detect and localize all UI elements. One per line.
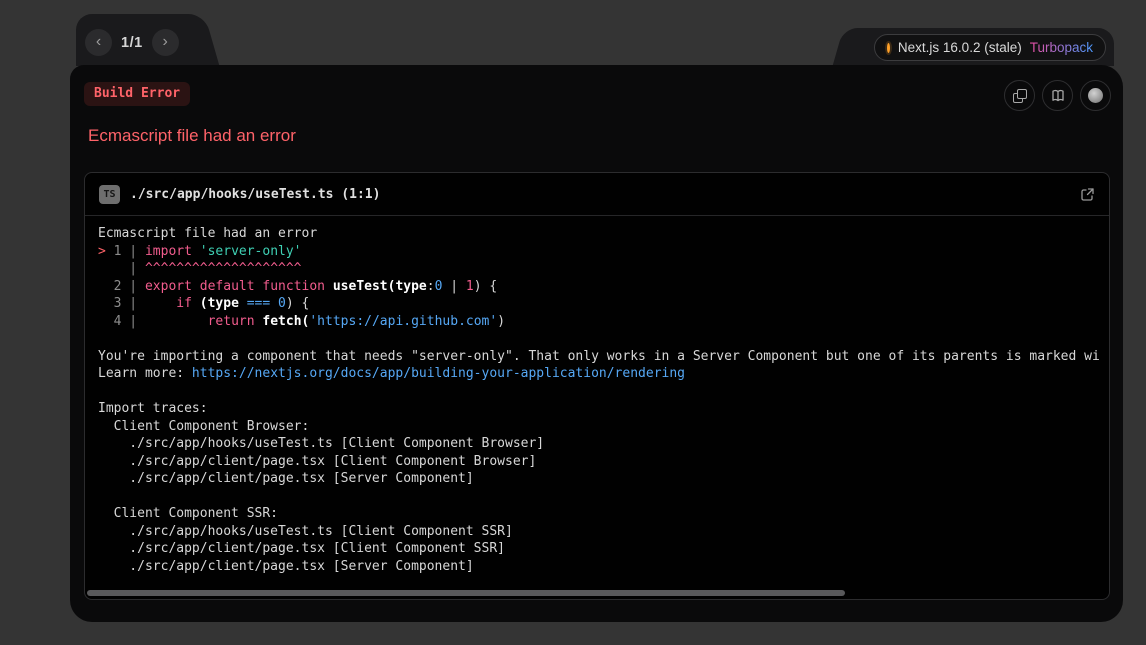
code-line: ./src/app/hooks/useTest.ts [Client Compo… <box>98 435 1109 453</box>
code-token: Client Component Browser: <box>98 419 309 434</box>
code-token: Ecmascript file had an error <box>98 226 317 241</box>
code-token: ^^^^^^^^^^^^^^^^^^^^ <box>145 261 302 276</box>
previous-error-button[interactable]: ‹ <box>85 29 112 56</box>
docs-button[interactable] <box>1042 80 1073 111</box>
code-line: > 1 | import 'server-only' <box>98 243 1109 261</box>
stale-indicator-dot-icon <box>887 43 890 53</box>
code-token <box>145 314 208 329</box>
code-token: ./src/app/client/page.tsx [Client Compon… <box>98 541 505 556</box>
code-line: ./src/app/client/page.tsx [Server Compon… <box>98 558 1109 576</box>
code-token: 1 | <box>114 244 145 259</box>
code-token <box>325 279 333 294</box>
copy-icon <box>1013 89 1027 103</box>
turbopack-label: Turbopack <box>1030 40 1093 55</box>
code-line: 2 | export default function useTest(type… <box>98 278 1109 296</box>
error-counter: 1/1 <box>121 35 143 51</box>
code-line: ./src/app/client/page.tsx [Server Compon… <box>98 470 1109 488</box>
error-overlay-panel: Build Error Ecmascript file had an error <box>70 65 1123 622</box>
code-token <box>270 296 278 311</box>
learn-more-link[interactable]: https://nextjs.org/docs/app/building-you… <box>192 366 685 381</box>
code-line: Client Component SSR: <box>98 505 1109 523</box>
code-token: useTest(type <box>333 279 427 294</box>
code-token: : <box>427 279 435 294</box>
code-frame-header: TS ./src/app/hooks/useTest.ts (1:1) <box>85 173 1109 216</box>
code-token: You're importing a component that needs … <box>98 349 1100 364</box>
code-token: === <box>247 296 270 311</box>
version-tab: Next.js 16.0.2 (stale) Turbopack <box>858 28 1114 66</box>
version-badge[interactable]: Next.js 16.0.2 (stale) Turbopack <box>874 34 1106 61</box>
code-token: ./src/app/hooks/useTest.ts [Client Compo… <box>98 436 544 451</box>
book-icon <box>1050 88 1066 104</box>
nextjs-dev-overlay: ‹ 1/1 › Next.js 16.0.2 (stale) Turbopack… <box>0 0 1146 645</box>
code-line <box>98 488 1109 506</box>
code-line: Import traces: <box>98 400 1109 418</box>
code-token <box>192 244 200 259</box>
code-token: ./src/app/client/page.tsx [Server Compon… <box>98 471 474 486</box>
code-token: import <box>145 244 192 259</box>
code-token: (type <box>200 296 239 311</box>
code-token: ./src/app/hooks/useTest.ts [Client Compo… <box>98 524 513 539</box>
code-line: Client Component Browser: <box>98 418 1109 436</box>
code-line: 3 | if (type === 0) { <box>98 295 1109 313</box>
code-token: > <box>98 244 114 259</box>
code-token: return <box>208 314 255 329</box>
external-link-icon <box>1080 187 1095 202</box>
code-token: function <box>262 279 325 294</box>
code-token: 4 | <box>98 314 145 329</box>
code-line: You're importing a component that needs … <box>98 348 1109 366</box>
code-line: ./src/app/client/page.tsx [Client Compon… <box>98 540 1109 558</box>
code-token: ) { <box>286 296 309 311</box>
code-token: ./src/app/client/page.tsx [Client Compon… <box>98 454 536 469</box>
pagination: ‹ 1/1 › <box>76 14 188 56</box>
code-token: Client Component SSR: <box>98 506 278 521</box>
overlay-actions <box>1004 80 1111 111</box>
code-line <box>98 383 1109 401</box>
theme-icon <box>1088 88 1103 103</box>
build-error-badge: Build Error <box>84 82 190 106</box>
code-token: export <box>145 279 192 294</box>
horizontal-scrollbar-thumb[interactable] <box>87 590 845 596</box>
code-token: 'server-only' <box>200 244 302 259</box>
code-token <box>239 296 247 311</box>
code-line <box>98 330 1109 348</box>
code-line: 4 | return fetch('https://api.github.com… <box>98 313 1109 331</box>
code-token <box>192 279 200 294</box>
code-token: if <box>176 296 192 311</box>
code-line: Learn more: https://nextjs.org/docs/app/… <box>98 365 1109 383</box>
version-label: Next.js 16.0.2 (stale) <box>898 40 1022 55</box>
code-token: Learn more: <box>98 366 192 381</box>
copy-button[interactable] <box>1004 80 1035 111</box>
typescript-file-icon: TS <box>99 185 120 204</box>
code-token: 3 | <box>98 296 145 311</box>
code-frame-card: TS ./src/app/hooks/useTest.ts (1:1) Ecma… <box>84 172 1110 600</box>
code-line: | ^^^^^^^^^^^^^^^^^^^^ <box>98 260 1109 278</box>
code-line: ./src/app/client/page.tsx [Client Compon… <box>98 453 1109 471</box>
code-token: ./src/app/client/page.tsx [Server Compon… <box>98 559 474 574</box>
code-area: Ecmascript file had an error > 1 | import… <box>85 216 1109 575</box>
code-token: 1 <box>466 279 474 294</box>
code-line: Ecmascript file had an error <box>98 225 1109 243</box>
code-token <box>145 296 176 311</box>
code-token: | <box>98 261 145 276</box>
code-token: default <box>200 279 255 294</box>
code-token: ) { <box>474 279 497 294</box>
code-token: 2 | <box>98 279 145 294</box>
next-error-button[interactable]: › <box>152 29 179 56</box>
open-in-editor-button[interactable] <box>1080 187 1095 202</box>
code-token: 'https://api.github.com' <box>309 314 497 329</box>
error-title: Ecmascript file had an error <box>88 126 296 146</box>
code-token <box>192 296 200 311</box>
code-token: Import traces: <box>98 401 208 416</box>
code-token: | <box>442 279 465 294</box>
code-token: 0 <box>278 296 286 311</box>
error-pagination-tab: ‹ 1/1 › <box>76 14 188 66</box>
code-token: fetch( <box>262 314 309 329</box>
theme-toggle-button[interactable] <box>1080 80 1111 111</box>
file-path: ./src/app/hooks/useTest.ts (1:1) <box>130 187 1070 202</box>
code-line: ./src/app/hooks/useTest.ts [Client Compo… <box>98 523 1109 541</box>
code-token: ) <box>497 314 505 329</box>
